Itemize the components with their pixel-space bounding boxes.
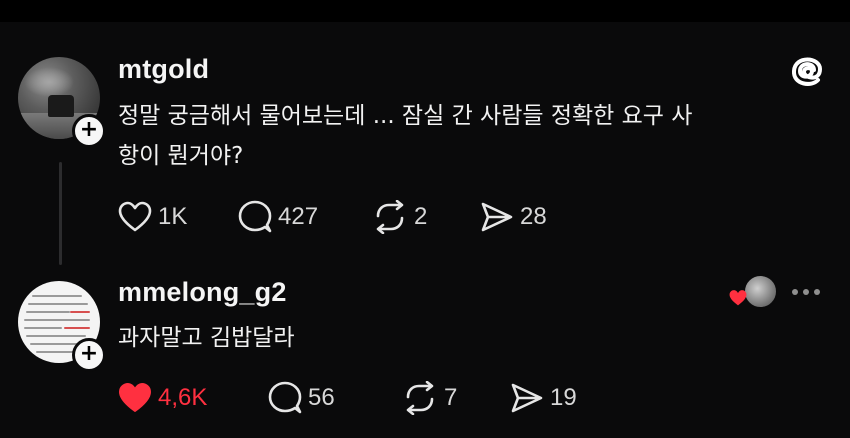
repost-button[interactable]: 7 — [402, 381, 510, 415]
follow-plus-icon[interactable]: + — [72, 338, 106, 372]
post-actions: 4,6K 56 7 19 — [118, 381, 577, 415]
send-icon — [511, 383, 543, 413]
liked-heart-icon — [728, 289, 748, 311]
like-count: 1K — [158, 203, 188, 230]
heart-icon — [119, 383, 151, 412]
reply-button[interactable]: 56 — [268, 381, 402, 415]
repost-count: 2 — [414, 203, 428, 230]
post-text: 정말 궁금해서 물어보는데 ... 잠실 간 사람들 정확한 요구 사 항이 뭔… — [118, 96, 692, 176]
send-icon — [481, 202, 513, 232]
heart-icon — [118, 201, 152, 232]
repost-icon — [376, 200, 404, 234]
post-text-line: 정말 궁금해서 물어보는데 ... 잠실 간 사람들 정확한 요구 사 — [118, 103, 693, 129]
share-count: 28 — [520, 203, 547, 230]
follow-plus-icon[interactable]: + — [72, 114, 106, 148]
username[interactable]: mtgold — [118, 54, 209, 85]
reply-count: 427 — [278, 203, 319, 230]
post-text-line: 과자말고 김밥달라 — [118, 325, 295, 351]
avatar-container[interactable]: + — [18, 57, 106, 148]
username[interactable]: mmelong_g2 — [118, 277, 287, 308]
avatar-container[interactable]: + — [18, 281, 106, 372]
threads-logo-icon[interactable] — [790, 52, 824, 94]
comment-icon — [238, 200, 272, 233]
share-button[interactable]: 28 — [480, 201, 547, 233]
post-text-line: 항이 뭔거야? — [118, 143, 244, 169]
repost-button[interactable]: 2 — [372, 200, 480, 234]
repost-icon — [406, 381, 434, 415]
reply-button[interactable]: 427 — [238, 200, 372, 234]
more-options-icon[interactable] — [792, 289, 825, 295]
top-bar — [0, 0, 850, 22]
post-text: 과자말고 김밥달라 — [118, 318, 295, 358]
share-count: 19 — [550, 384, 577, 411]
share-button[interactable]: 19 — [510, 382, 577, 414]
liker-avatar — [743, 274, 778, 309]
like-button[interactable]: 1K — [118, 201, 238, 233]
reply-count: 56 — [308, 384, 335, 411]
repost-count: 7 — [444, 384, 458, 411]
like-button[interactable]: 4,6K — [118, 382, 268, 414]
post-actions: 1K 427 2 28 — [118, 200, 547, 234]
like-count: 4,6K — [158, 384, 208, 411]
thread-connector-line — [59, 162, 62, 265]
comment-icon — [268, 381, 302, 414]
